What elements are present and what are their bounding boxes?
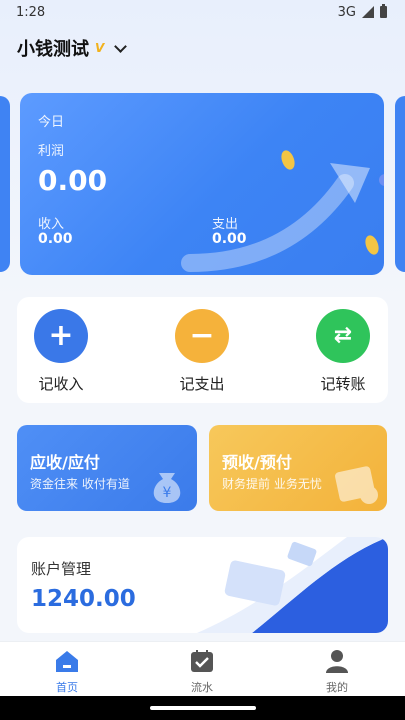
system-navigation-bar: [0, 696, 405, 720]
prepaid-title: 预收/预付: [222, 453, 292, 472]
account-balance: 1240.00: [31, 586, 136, 612]
account-card-decoration: [197, 537, 388, 633]
income-label: 收入: [38, 217, 65, 232]
chevron-down-icon: [114, 39, 128, 53]
nav-me-label: 我的: [326, 681, 348, 694]
calendar-icon: [335, 466, 378, 504]
book-title: 小钱测试: [17, 39, 89, 60]
prepaid-subtitle: 财务提前 业务无忧: [222, 477, 322, 491]
money-bag-icon: ¥: [153, 473, 181, 503]
nav-me-tab[interactable]: 我的: [307, 649, 367, 695]
account-management-card[interactable]: 账户管理 1240.00: [17, 537, 388, 633]
carousel-next-card[interactable]: [395, 96, 405, 272]
carousel-prev-card[interactable]: [0, 96, 10, 272]
bottom-navigation: 首页 流水 我的: [0, 641, 405, 696]
record-transfer-label: 记转账: [320, 375, 366, 393]
today-label: 今日: [38, 115, 65, 130]
quick-actions-panel: + 记收入 − 记支出 ⇄ 记转账: [17, 297, 388, 403]
vip-badge-icon: V: [95, 41, 105, 55]
status-time: 1:28: [16, 4, 46, 20]
record-transfer-button[interactable]: ⇄ 记转账: [303, 309, 383, 394]
today-summary-card[interactable]: 今日 利润 0.00 收入 0.00 支出 0.00: [20, 93, 384, 275]
svg-text:¥: ¥: [163, 485, 172, 501]
book-switcher[interactable]: 小钱测试 V: [17, 36, 128, 60]
receivable-subtitle: 资金往来 收付有道: [30, 477, 130, 491]
plus-icon: +: [34, 309, 88, 363]
account-label: 账户管理: [31, 560, 92, 578]
receivable-payable-card[interactable]: 应收/应付 资金往来 收付有道 ¥: [17, 425, 197, 511]
signal-icon: [362, 6, 374, 18]
record-expense-label: 记支出: [179, 375, 225, 393]
profit-label: 利润: [38, 144, 65, 159]
growth-arrow-icon: [181, 150, 384, 272]
record-expense-button[interactable]: − 记支出: [162, 309, 242, 394]
battery-icon: [380, 4, 387, 18]
record-income-label: 记收入: [38, 375, 84, 393]
nav-home-label: 首页: [56, 681, 78, 694]
income-value: 0.00: [38, 231, 73, 247]
user-icon: [326, 650, 348, 673]
nav-flow-label: 流水: [191, 681, 213, 694]
nav-home-tab[interactable]: 首页: [37, 649, 97, 695]
prepaid-card[interactable]: 预收/预付 财务提前 业务无忧: [209, 425, 387, 511]
home-icon: [56, 651, 78, 672]
expense-value: 0.00: [212, 231, 247, 247]
nav-flow-tab[interactable]: 流水: [172, 649, 232, 695]
expense-label: 支出: [212, 217, 239, 232]
home-gesture-handle[interactable]: [150, 706, 256, 710]
minus-icon: −: [175, 309, 229, 363]
calendar-check-icon: [191, 650, 213, 672]
status-indicators: 3G: [337, 4, 387, 20]
profit-value: 0.00: [38, 164, 108, 197]
network-type: 3G: [337, 4, 356, 20]
status-bar: 1:28 3G: [0, 0, 405, 24]
record-income-button[interactable]: + 记收入: [21, 309, 101, 394]
transfer-icon: ⇄: [316, 309, 370, 363]
receivable-title: 应收/应付: [30, 453, 100, 472]
